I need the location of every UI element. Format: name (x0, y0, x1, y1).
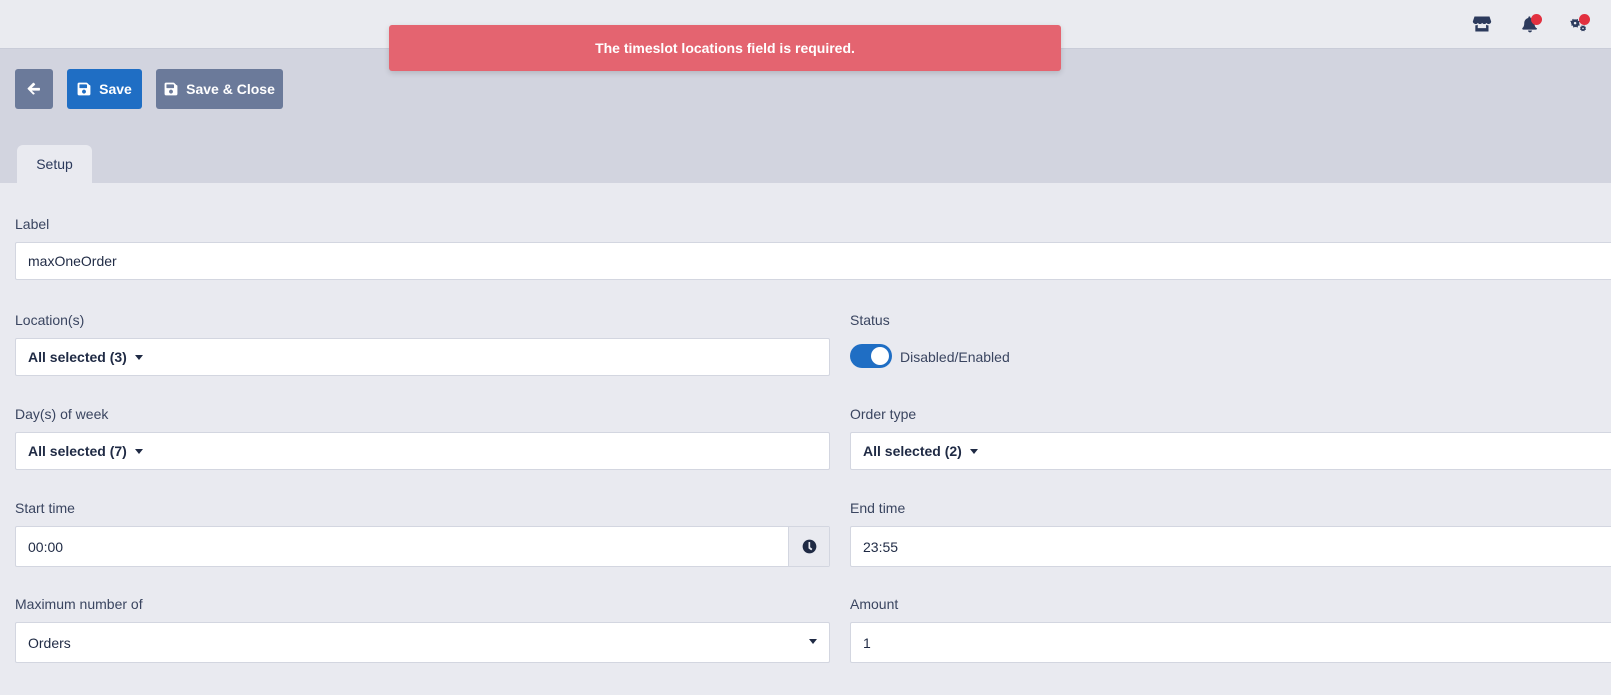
clock-button[interactable] (788, 527, 829, 566)
days-multiselect[interactable]: All selected (7) (15, 432, 830, 470)
end-time-input[interactable]: 23:55 (850, 526, 1611, 567)
caret-down-icon (134, 354, 143, 360)
tab-setup-label: Setup (36, 156, 73, 172)
clock-icon (802, 539, 816, 554)
store-icon[interactable] (1468, 10, 1496, 38)
max-number-field-title: Maximum number of (15, 596, 143, 612)
label-input-value: maxOneOrder (28, 253, 117, 269)
status-toggle-label: Disabled/Enabled (900, 349, 1010, 365)
amount-value: 1 (863, 634, 871, 651)
save-button[interactable]: Save (67, 69, 142, 109)
caret-down-icon (134, 448, 143, 454)
days-field-title: Day(s) of week (15, 406, 109, 422)
start-time-input[interactable]: 00:00 (15, 526, 830, 567)
amount-input[interactable]: 1 (850, 622, 1611, 663)
locations-value: All selected (3) (28, 349, 127, 365)
arrow-left-icon (27, 82, 40, 95)
start-time-value: 00:00 (28, 538, 64, 555)
locations-field-title: Location(s) (15, 312, 85, 328)
save-button-label: Save (99, 81, 132, 97)
save-close-button-label: Save & Close (186, 81, 275, 97)
caret-down-icon (969, 448, 978, 454)
max-number-value: Orders (28, 634, 71, 651)
status-toggle[interactable] (850, 344, 892, 368)
notification-badge (1531, 14, 1542, 25)
status-field-title: Status (850, 312, 890, 328)
end-time-value: 23:55 (863, 538, 899, 555)
order-type-multiselect[interactable]: All selected (2) (850, 432, 1611, 470)
start-time-field-title: Start time (15, 500, 75, 516)
label-field-title: Label (15, 216, 50, 232)
caret-down-icon (809, 639, 817, 644)
end-time-field-title: End time (850, 500, 906, 516)
gears-icon[interactable] (1564, 10, 1592, 38)
days-value: All selected (7) (28, 443, 127, 459)
error-alert-message: The timeslot locations field is required… (595, 40, 855, 56)
save-close-button[interactable]: Save & Close (156, 69, 283, 109)
max-number-select[interactable]: Orders (15, 622, 830, 663)
label-input[interactable]: maxOneOrder (15, 242, 1611, 280)
order-type-field-title: Order type (850, 406, 917, 422)
bell-icon[interactable] (1516, 10, 1544, 38)
save-icon (164, 82, 178, 96)
tab-setup[interactable]: Setup (17, 145, 92, 183)
back-button[interactable] (15, 69, 53, 109)
order-type-value: All selected (2) (863, 443, 962, 459)
save-icon (77, 82, 91, 96)
amount-field-title: Amount (850, 596, 899, 612)
toggle-knob (871, 347, 889, 365)
locations-multiselect[interactable]: All selected (3) (15, 338, 830, 376)
settings-badge (1579, 14, 1590, 25)
error-alert: The timeslot locations field is required… (389, 25, 1061, 71)
